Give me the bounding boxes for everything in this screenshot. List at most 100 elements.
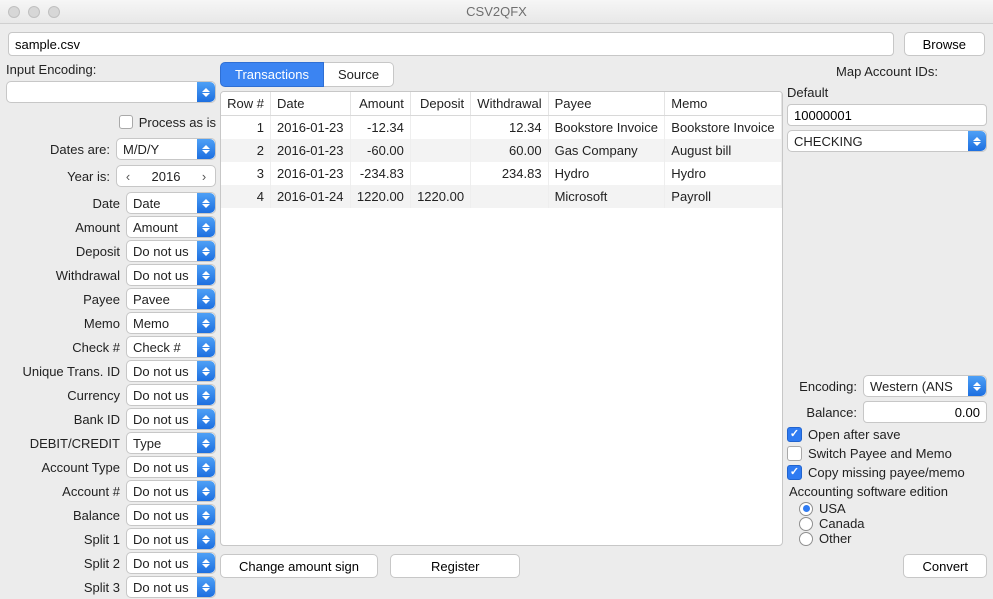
column-header[interactable]: Deposit: [410, 92, 470, 116]
field-select[interactable]: Memo: [126, 312, 216, 334]
table-cell: 234.83: [471, 162, 549, 185]
chevron-updown-icon: [197, 313, 215, 333]
field-select[interactable]: Do not us: [126, 408, 216, 430]
process-as-is-checkbox[interactable]: [119, 115, 133, 129]
table-cell: Microsoft: [548, 185, 665, 208]
dates-are-value: M/D/Y: [123, 142, 159, 157]
accounting-edition-legend: Accounting software edition: [789, 484, 948, 499]
table-cell: 3: [221, 162, 271, 185]
field-select[interactable]: Do not us: [126, 384, 216, 406]
open-after-save-label: Open after save: [808, 427, 901, 442]
field-select[interactable]: Check #: [126, 336, 216, 358]
table-row[interactable]: 22016-01-23-60.0060.00Gas CompanyAugust …: [221, 139, 782, 162]
year-stepper[interactable]: ‹ 2016 ›: [116, 165, 216, 187]
field-label: Split 1: [84, 532, 120, 547]
table-row[interactable]: 12016-01-23-12.3412.34Bookstore InvoiceB…: [221, 116, 782, 140]
field-label: Account #: [62, 484, 120, 499]
switch-payee-memo-checkbox[interactable]: [787, 446, 802, 461]
table-cell: 12.34: [471, 116, 549, 140]
field-select[interactable]: Do not us: [126, 240, 216, 262]
table-cell: Hydro: [665, 162, 782, 185]
copy-missing-checkbox[interactable]: [787, 465, 802, 480]
column-header[interactable]: Payee: [548, 92, 665, 116]
balance-label: Balance:: [787, 405, 857, 420]
field-label: Amount: [75, 220, 120, 235]
table-cell: Gas Company: [548, 139, 665, 162]
field-select-value: Do not us: [133, 244, 189, 259]
mapping-panel: Input Encoding: Process as is Dates are:…: [6, 62, 216, 578]
chevron-updown-icon: [197, 577, 215, 597]
chevron-updown-icon: [197, 361, 215, 381]
table-cell: [410, 162, 470, 185]
output-encoding-value: Western (ANS: [870, 379, 953, 394]
dates-are-select[interactable]: M/D/Y: [116, 138, 216, 160]
field-select-value: Do not us: [133, 508, 189, 523]
chevron-updown-icon: [197, 409, 215, 429]
radio-canada[interactable]: [799, 517, 813, 531]
field-select-value: Check #: [133, 340, 181, 355]
radio-other[interactable]: [799, 532, 813, 546]
accounting-edition-group: Accounting software edition USA Canada O…: [789, 484, 985, 546]
field-select-value: Do not us: [133, 412, 189, 427]
radio-usa[interactable]: [799, 502, 813, 516]
tab-transactions[interactable]: Transactions: [220, 62, 324, 87]
field-select[interactable]: Do not us: [126, 528, 216, 550]
field-select-value: Do not us: [133, 484, 189, 499]
process-as-is-label: Process as is: [139, 115, 216, 130]
column-header[interactable]: Date: [271, 92, 351, 116]
column-header[interactable]: Withdrawal: [471, 92, 549, 116]
file-path-input[interactable]: [8, 32, 894, 56]
field-select-value: Type: [133, 436, 161, 451]
field-select[interactable]: Do not us: [126, 264, 216, 286]
chevron-updown-icon: [197, 481, 215, 501]
field-select[interactable]: Do not us: [126, 456, 216, 478]
field-label: Check #: [72, 340, 120, 355]
input-encoding-select[interactable]: [6, 81, 216, 103]
register-button[interactable]: Register: [390, 554, 520, 578]
table-cell: 4: [221, 185, 271, 208]
tab-source[interactable]: Source: [324, 62, 394, 87]
table-cell: 2016-01-23: [271, 116, 351, 140]
field-select[interactable]: Amount: [126, 216, 216, 238]
output-encoding-select[interactable]: Western (ANS: [863, 375, 987, 397]
change-amount-sign-button[interactable]: Change amount sign: [220, 554, 378, 578]
chevron-updown-icon: [197, 529, 215, 549]
column-header[interactable]: Memo: [665, 92, 782, 116]
default-label: Default: [787, 85, 987, 100]
field-label: Balance: [73, 508, 120, 523]
field-select[interactable]: Do not us: [126, 576, 216, 598]
table-cell: 2016-01-23: [271, 139, 351, 162]
balance-input[interactable]: [863, 401, 987, 423]
field-select[interactable]: Do not us: [126, 480, 216, 502]
chevron-updown-icon: [968, 131, 986, 151]
titlebar: CSV2QFX: [0, 0, 993, 24]
account-type-value: CHECKING: [794, 134, 863, 149]
field-select[interactable]: Do not us: [126, 552, 216, 574]
table-row[interactable]: 32016-01-23-234.83234.83HydroHydro: [221, 162, 782, 185]
browse-button[interactable]: Browse: [904, 32, 985, 56]
field-select-value: Do not us: [133, 268, 189, 283]
year-decrement[interactable]: ‹: [117, 169, 139, 184]
field-label: DEBIT/CREDIT: [30, 436, 120, 451]
field-select[interactable]: Date: [126, 192, 216, 214]
field-select[interactable]: Do not us: [126, 504, 216, 526]
field-label: Split 2: [84, 556, 120, 571]
field-select-value: Do not us: [133, 364, 189, 379]
account-type-select[interactable]: CHECKING: [787, 130, 987, 152]
field-select[interactable]: Do not us: [126, 360, 216, 382]
chevron-updown-icon: [197, 217, 215, 237]
column-header[interactable]: Amount: [350, 92, 410, 116]
open-after-save-checkbox[interactable]: [787, 427, 802, 442]
field-select[interactable]: Type: [126, 432, 216, 454]
column-header[interactable]: Row #: [221, 92, 271, 116]
convert-button[interactable]: Convert: [903, 554, 987, 578]
default-account-input[interactable]: [787, 104, 987, 126]
chevron-updown-icon: [197, 193, 215, 213]
table-row[interactable]: 42016-01-241220.001220.00MicrosoftPayrol…: [221, 185, 782, 208]
year-increment[interactable]: ›: [193, 169, 215, 184]
field-select-value: Memo: [133, 316, 169, 331]
chevron-updown-icon: [197, 289, 215, 309]
table-cell: 2: [221, 139, 271, 162]
transactions-table-wrap[interactable]: Row #DateAmountDepositWithdrawalPayeeMem…: [220, 91, 783, 546]
field-select[interactable]: Pavee: [126, 288, 216, 310]
